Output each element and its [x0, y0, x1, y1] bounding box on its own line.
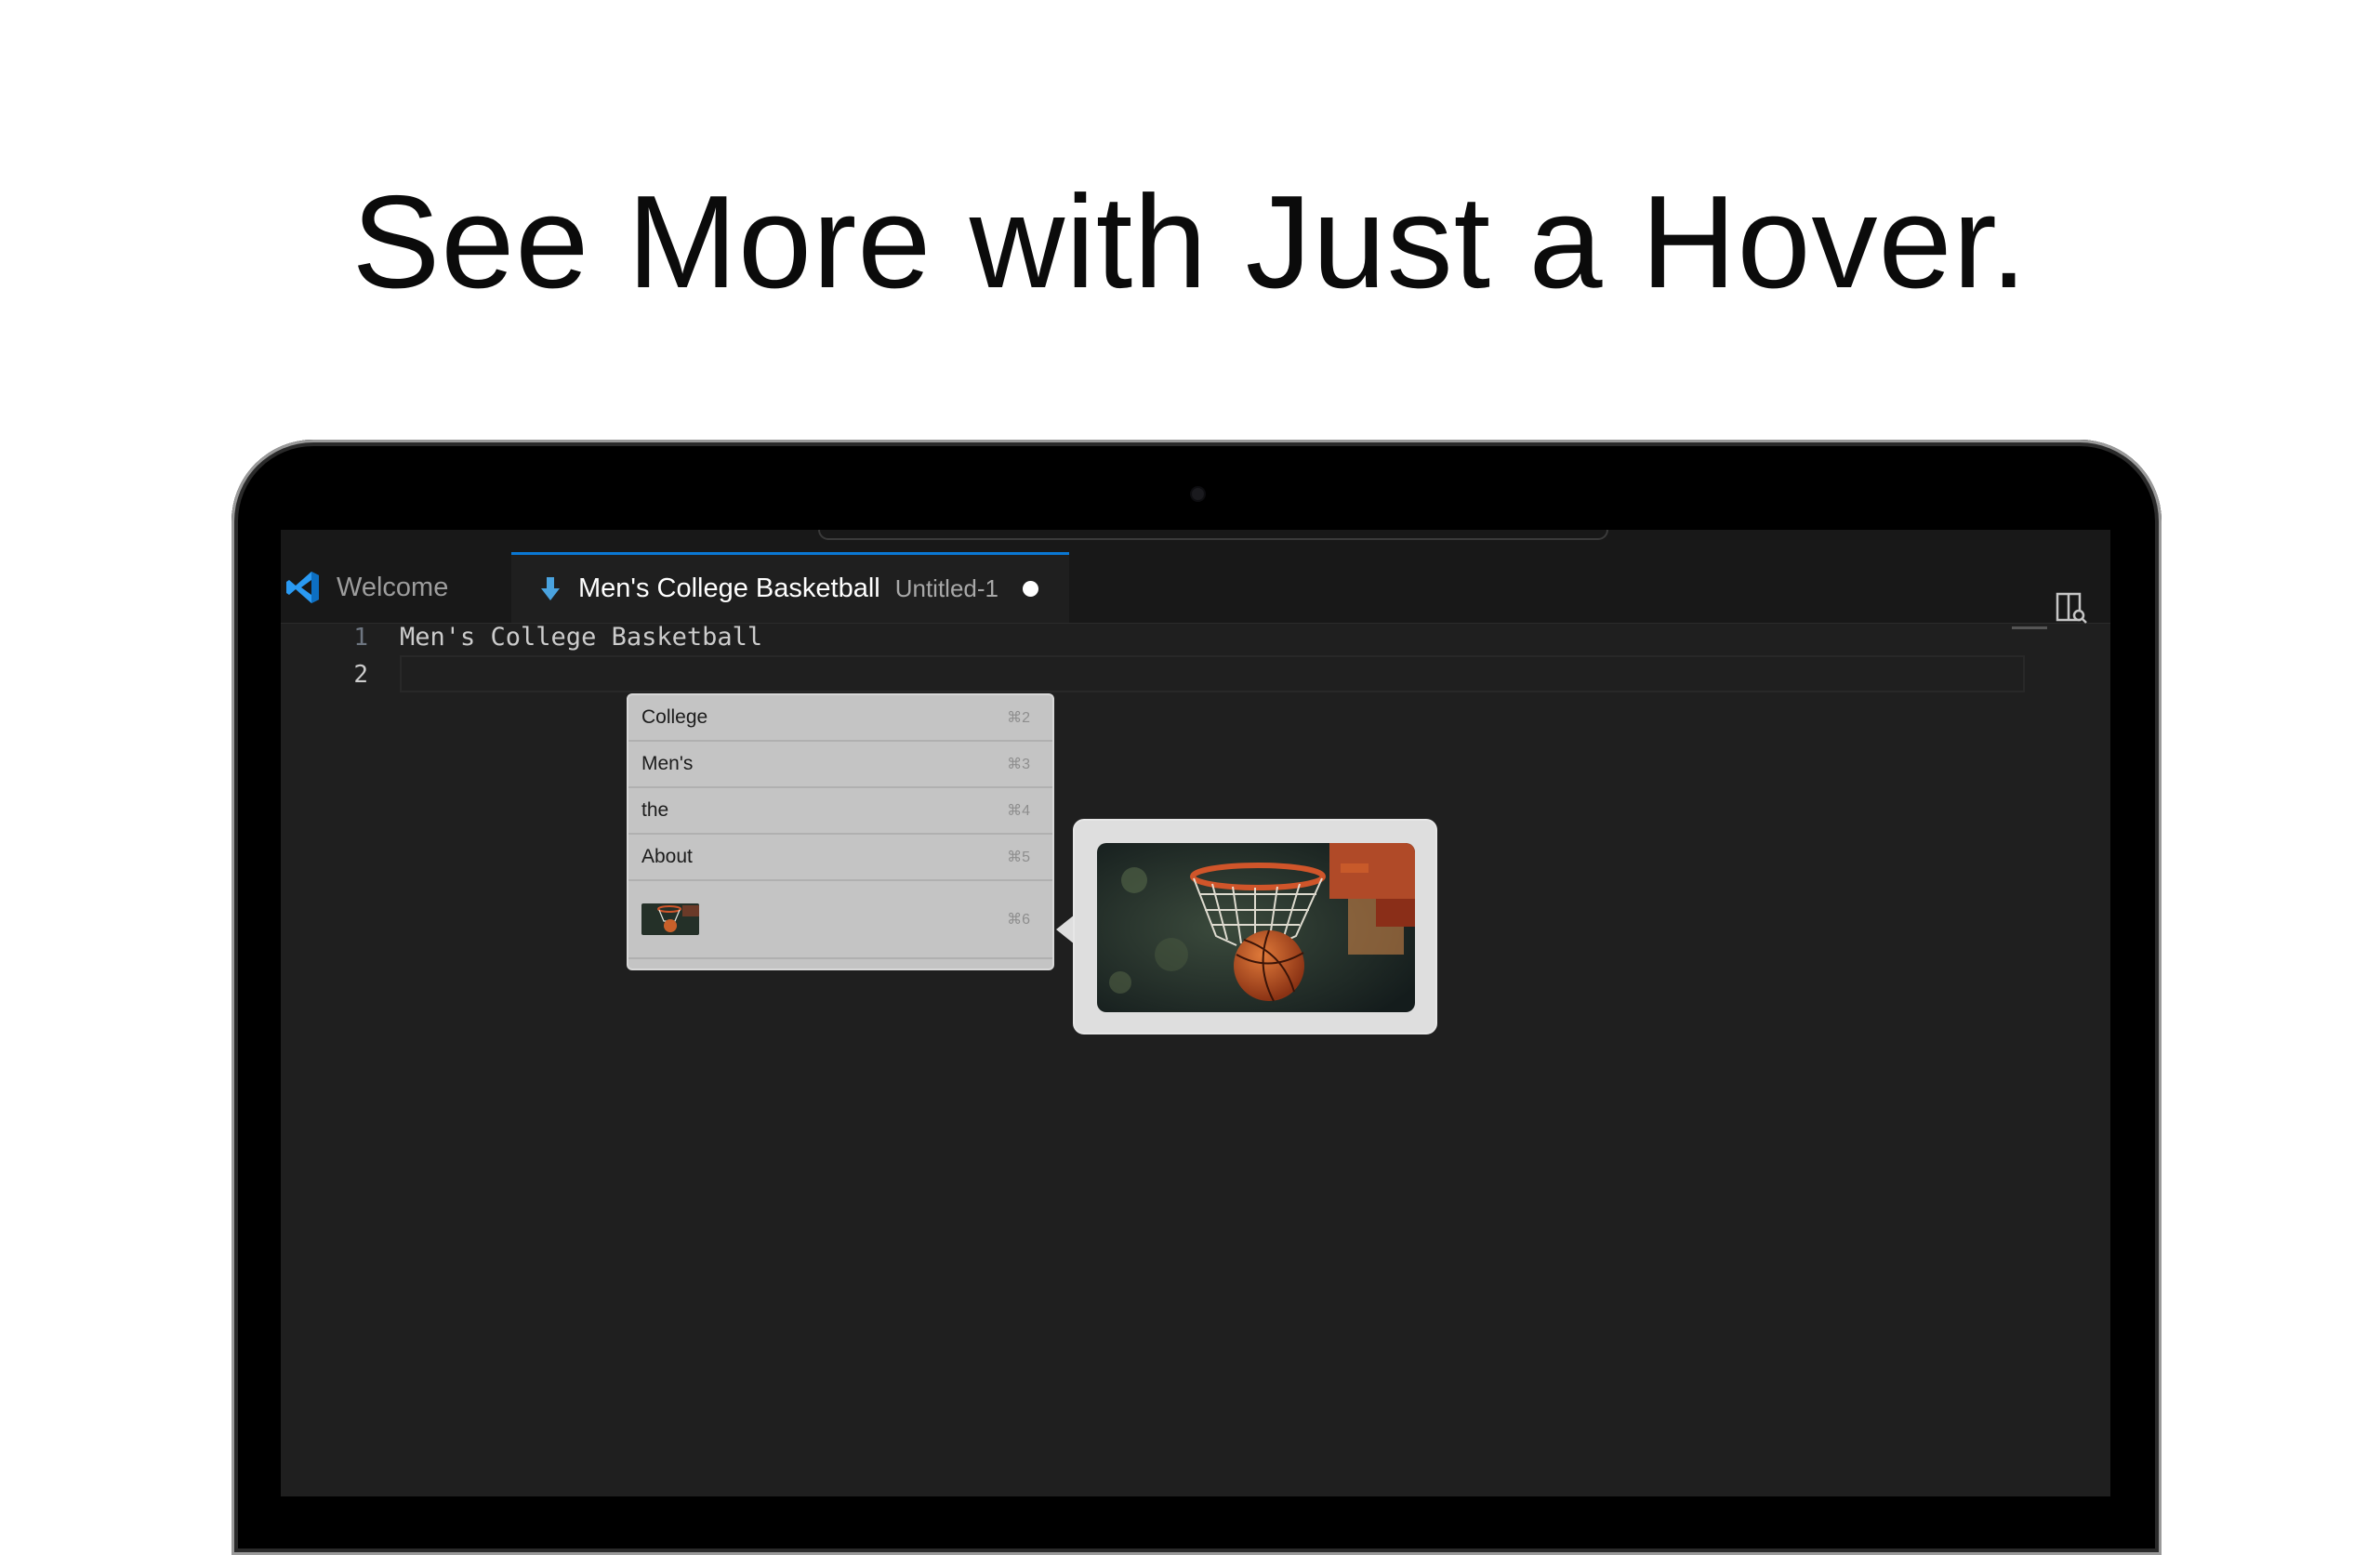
suggestion-label: About — [641, 846, 693, 867]
suggestion-shortcut: ⌘3 — [1007, 757, 1030, 772]
suggestion-item[interactable]: Men's ⌘3 — [628, 742, 1052, 788]
tab-untitled-1[interactable]: Men's College Basketball Untitled-1 — [511, 552, 1069, 623]
unsaved-dot-icon[interactable] — [1023, 581, 1038, 597]
suggestion-item[interactable]: About ⌘5 — [628, 835, 1052, 881]
suggestion-popup: College ⌘2 Men's ⌘3 the ⌘4 About ⌘5 ⌘6 — [627, 693, 1054, 970]
suggestion-label: Men's — [641, 753, 694, 774]
tab-description: Untitled-1 — [894, 574, 998, 602]
suggestion-label: College — [641, 706, 708, 728]
camera-icon — [1192, 488, 1204, 500]
suggestion-label: the — [641, 799, 669, 821]
suggestion-shortcut: ⌘4 — [1007, 803, 1030, 819]
code-line[interactable]: Men's College Basketball — [400, 623, 762, 652]
editor-area[interactable]: 1 Men's College Basketball 2 — [281, 623, 2110, 1496]
vscode-logo-icon — [286, 572, 319, 603]
split-editor-icon[interactable] — [2055, 591, 2088, 625]
tab-title: Men's College Basketball — [578, 573, 880, 603]
suggestion-shortcut: ⌘2 — [1007, 710, 1030, 726]
tab-welcome-label: Welcome — [337, 572, 449, 602]
basketball-thumbnail-image — [641, 903, 699, 935]
hover-pointer — [1056, 915, 1075, 944]
line-number: 1 — [353, 624, 368, 652]
image-hover-preview — [1073, 819, 1437, 1034]
overview-ruler — [2012, 626, 2047, 629]
suggestion-item-image[interactable]: ⌘6 — [628, 881, 1052, 959]
page-headline: See More with Just a Hover. — [351, 168, 2029, 316]
suggestion-shortcut: ⌘5 — [1007, 850, 1030, 865]
download-icon — [541, 576, 560, 600]
suggestion-item[interactable]: College ⌘2 — [628, 695, 1052, 742]
current-line-highlight — [400, 655, 2025, 692]
tab-welcome[interactable]: Welcome — [281, 552, 515, 623]
command-center[interactable] — [818, 530, 1608, 540]
basketball-hoop-image — [1097, 843, 1415, 1012]
suggestion-shortcut: ⌘6 — [1007, 912, 1030, 928]
tab-bar: Welcome Men's College Basketball Untitle… — [281, 552, 2110, 624]
line-number-active: 2 — [353, 661, 368, 689]
menu-bar — [281, 530, 2110, 552]
suggestion-item[interactable]: the ⌘4 — [628, 788, 1052, 835]
